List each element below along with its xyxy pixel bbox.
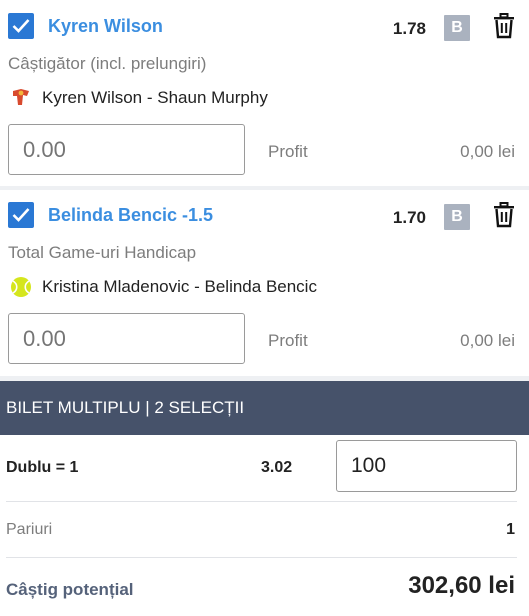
divider [6,501,517,502]
market-name: Total Game-uri Handicap [8,243,197,262]
stake-input[interactable] [8,124,245,175]
multi-bet-header: BILET MULTIPLU | 2 SELECȚII [0,381,529,435]
stake-input[interactable] [8,313,245,364]
snooker-icon [13,89,29,105]
profit-label: Profit [268,331,308,350]
potential-win-label: Câștig potențial [6,580,134,599]
trash-icon[interactable] [492,202,516,228]
event-name: Kyren Wilson - Shaun Murphy [42,88,268,107]
selection-odds: 1.78 [392,19,426,38]
pariuri-label: Pariuri [6,521,53,538]
multi-bet-panel: Dublu = 1 3.02 Pariuri 1 Câștig potenția… [0,435,529,616]
bet-builder-badge[interactable]: B [444,15,470,41]
selection-name[interactable]: Kyren Wilson [48,16,163,37]
selection-card-1: Kyren Wilson 1.78 B Câștigător (incl. pr… [0,0,529,186]
bet-builder-badge[interactable]: B [444,204,470,230]
dublu-odds: 3.02 [261,459,293,476]
selection-odds: 1.70 [392,208,426,227]
checkmark-icon [12,19,30,33]
event-name: Kristina Mladenovic - Belinda Bencic [42,277,317,296]
dublu-label: Dublu = 1 [6,459,79,476]
pariuri-value: 1 [506,521,515,538]
market-name: Câștigător (incl. prelungiri) [8,54,207,73]
profit-label: Profit [268,142,308,161]
dublu-stake-input[interactable] [336,440,517,492]
selection-checkbox-1[interactable] [8,13,34,39]
selection-checkbox-2[interactable] [8,202,34,228]
potential-win-value: 302,60 lei [408,572,515,599]
trash-icon[interactable] [492,13,516,39]
checkmark-icon [12,208,30,222]
selection-name[interactable]: Belinda Bencic -1.5 [48,205,213,226]
profit-value: 0,00 lei [460,331,515,350]
divider [6,557,517,558]
profit-value: 0,00 lei [460,142,515,161]
tennis-ball-icon [11,277,31,297]
selection-card-2: Belinda Bencic -1.5 1.70 B Total Game-ur… [0,190,529,376]
